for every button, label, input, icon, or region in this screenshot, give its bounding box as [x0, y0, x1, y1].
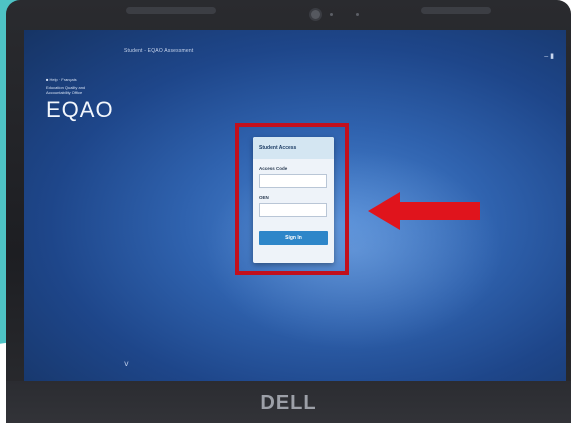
oen-input[interactable]: [259, 203, 327, 217]
photo: Student - EQAO Assessment – ▮ ■ Help · F…: [0, 0, 573, 423]
window-controls[interactable]: – ▮: [544, 52, 554, 60]
header-links[interactable]: ■ Help · Français: [46, 77, 116, 83]
taskbar-icon[interactable]: ⅴ: [124, 359, 129, 368]
sensor-dot: [356, 13, 359, 16]
laptop: Student - EQAO Assessment – ▮ ■ Help · F…: [6, 0, 571, 423]
eqao-logo: EQAO: [46, 97, 114, 122]
sign-in-button[interactable]: Sign In: [259, 231, 328, 245]
bezel-bar-left: [126, 7, 216, 14]
sensor-dot: [330, 13, 333, 16]
oen-label: OEN: [259, 195, 269, 200]
dell-logo: DELL: [260, 392, 317, 414]
bezel-bar-right: [421, 7, 491, 14]
laptop-bottom-bezel: DELL: [6, 381, 571, 423]
organization-name: Education Quality and Accountability Off…: [46, 85, 86, 95]
login-card: Student Access Access Code OEN Sign In: [253, 137, 334, 263]
access-code-input[interactable]: [259, 174, 327, 188]
webcam-icon: [311, 10, 320, 19]
login-card-title: Student Access: [253, 137, 334, 159]
window-title: Student - EQAO Assessment: [124, 48, 194, 54]
eqao-branding: ■ Help · Français Education Quality and …: [46, 77, 116, 123]
red-arrow-icon: [368, 192, 480, 230]
access-code-label: Access Code: [259, 166, 288, 171]
